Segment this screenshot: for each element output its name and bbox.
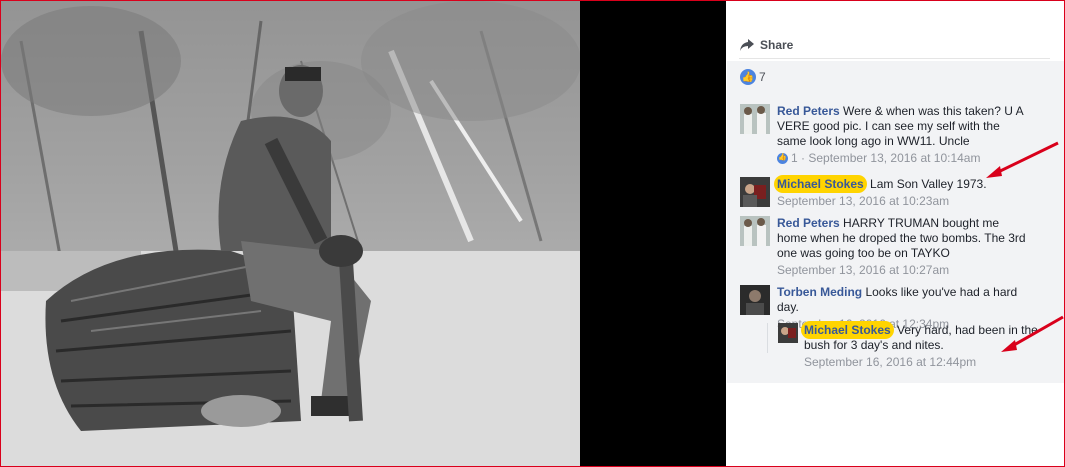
avatar[interactable]: [740, 104, 770, 134]
comment-body: Michael Stokes Lam Son Valley 1973.: [774, 175, 987, 193]
avatar[interactable]: [740, 216, 770, 246]
post-photo[interactable]: [1, 1, 580, 466]
reply-author-highlighted[interactable]: Michael Stokes: [801, 321, 894, 339]
comment-timestamp[interactable]: September 13, 2016 at 10:23am: [777, 193, 949, 209]
comment-meta: September 13, 2016 at 10:27am: [777, 262, 1030, 278]
share-button[interactable]: Share: [739, 31, 1050, 59]
comment-author[interactable]: Torben Meding: [777, 285, 862, 299]
comment-body: Red Peters HARRY TRUMAN bought me home w…: [777, 216, 1030, 261]
comment-meta: September 13, 2016 at 10:23am: [777, 193, 987, 209]
reaction-count[interactable]: 1: [791, 150, 798, 166]
photo-illustration: [1, 1, 580, 466]
annotation-arrow: [986, 141, 1059, 178]
meta-separator: ·: [797, 151, 809, 165]
comment-timestamp[interactable]: September 13, 2016 at 10:14am: [808, 150, 980, 166]
comment-author[interactable]: Red Peters: [777, 216, 840, 230]
reply-timestamp[interactable]: September 16, 2016 at 12:44pm: [804, 354, 976, 370]
comment-timestamp[interactable]: September 13, 2016 at 10:27am: [777, 262, 949, 278]
comment-item: Red Peters HARRY TRUMAN bought me home w…: [740, 216, 1030, 278]
avatar[interactable]: [740, 177, 770, 207]
annotation-arrow: [1001, 315, 1064, 352]
avatar[interactable]: [778, 323, 798, 343]
comment-text: Lam Son Valley 1973.: [870, 177, 987, 191]
reaction-like-icon: 👍: [777, 152, 788, 164]
comment-item: Michael Stokes Lam Son Valley 1973. Sept…: [740, 175, 1030, 209]
like-count: 7: [759, 70, 766, 84]
share-label: Share: [760, 37, 794, 52]
comment-author-highlighted[interactable]: Michael Stokes: [774, 175, 867, 193]
reply-thread-line: [767, 323, 768, 353]
comments-panel: Share 👍 7 Red Peters Were & when was thi…: [727, 1, 1064, 466]
like-icon: 👍: [740, 69, 756, 85]
reply-meta: September 16, 2016 at 12:44pm: [804, 354, 1038, 370]
photo-viewer: [1, 1, 726, 466]
comment-author[interactable]: Red Peters: [777, 104, 840, 118]
avatar[interactable]: [740, 285, 770, 315]
share-icon: [740, 38, 754, 51]
likes-summary[interactable]: 👍 7: [740, 69, 766, 85]
comment-body: Torben Meding Looks like you've had a ha…: [777, 285, 1040, 315]
